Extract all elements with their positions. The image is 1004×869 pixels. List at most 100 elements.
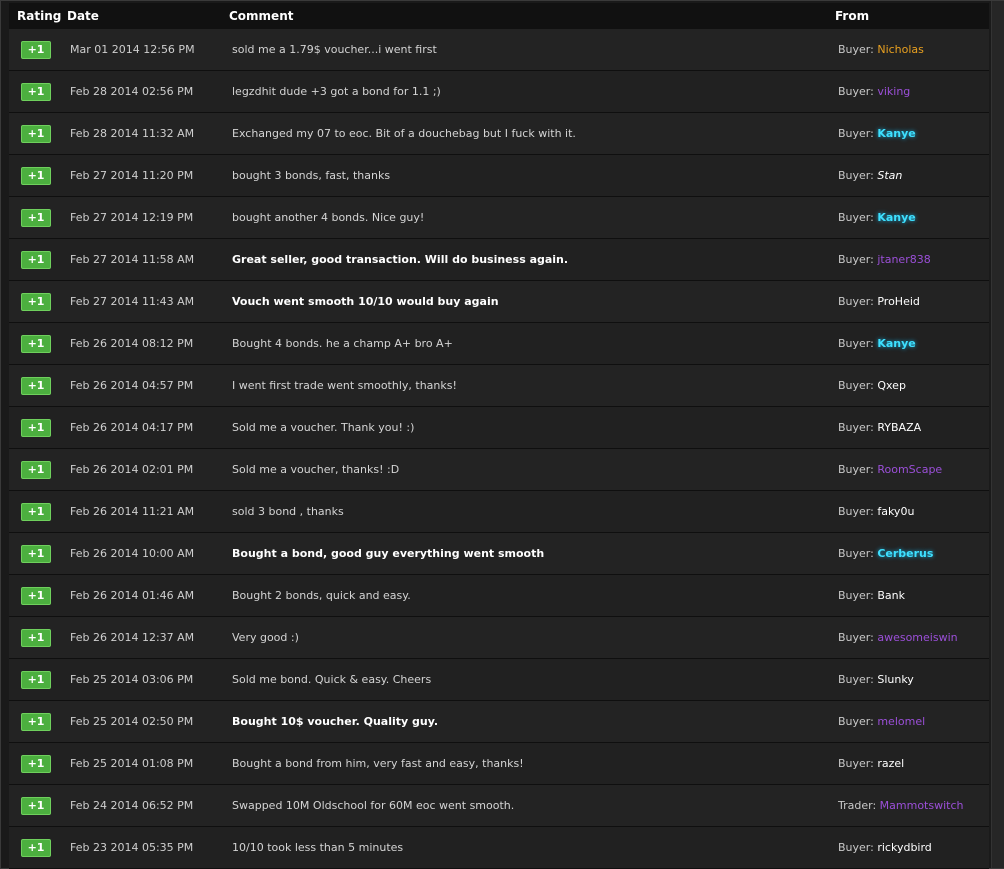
row-from: Buyer: Kanye	[838, 211, 916, 224]
row-date: Feb 28 2014 11:32 AM	[70, 127, 195, 140]
user-link[interactable]: razel	[877, 757, 904, 770]
user-link[interactable]: jtaner838	[877, 253, 930, 266]
scrollbar[interactable]	[991, 1, 1004, 868]
row-date: Mar 01 2014 12:56 PM	[70, 43, 195, 56]
row-from: Buyer: awesomeiswin	[838, 631, 958, 644]
header-rating[interactable]: Rating	[17, 9, 61, 23]
row-comment: Bought a bond, good guy everything went …	[232, 547, 545, 560]
row-from: Buyer: ProHeid	[838, 295, 920, 308]
row-date: Feb 26 2014 04:57 PM	[70, 379, 194, 392]
rating-badge: +1	[21, 713, 51, 731]
row-comment: Sold me a voucher. Thank you! :)	[232, 421, 415, 434]
rating-badge: +1	[21, 797, 51, 815]
user-link[interactable]: rickydbird	[877, 841, 931, 854]
table-row: +1 Feb 26 2014 11:21 AM sold 3 bond , than…	[9, 491, 989, 533]
row-date: Feb 26 2014 02:01 PM	[70, 463, 194, 476]
row-from: Buyer: Qxep	[838, 379, 906, 392]
rating-badge: +1	[21, 629, 51, 647]
row-date: Feb 26 2014 10:00 AM	[70, 547, 195, 560]
row-date: Feb 26 2014 12:37 AM	[70, 631, 195, 644]
row-comment: Sold me a voucher, thanks! :D	[232, 463, 400, 476]
user-link[interactable]: Kanye	[877, 211, 915, 224]
user-link[interactable]: Cerberus	[877, 547, 933, 560]
row-comment: 10/10 took less than 5 minutes	[232, 841, 404, 854]
rating-badge: +1	[21, 335, 51, 353]
row-date: Feb 27 2014 11:58 AM	[70, 253, 195, 266]
user-link[interactable]: Mammotswitch	[880, 799, 964, 812]
table-row: +1 Feb 27 2014 11:20 PM bought 3 bonds, fa…	[9, 155, 989, 197]
user-link[interactable]: Bank	[877, 589, 905, 602]
row-role-label: Buyer:	[838, 589, 874, 602]
user-link[interactable]: awesomeiswin	[877, 631, 957, 644]
table-row: +1 Feb 26 2014 04:57 PM I went first trade…	[9, 365, 989, 407]
row-date: Feb 28 2014 02:56 PM	[70, 85, 194, 98]
table-header: Rating Date Comment From	[9, 3, 989, 29]
user-link[interactable]: RoomScape	[877, 463, 942, 476]
row-role-label: Buyer:	[838, 379, 874, 392]
user-link[interactable]: viking	[877, 85, 910, 98]
table-row: +1 Mar 01 2014 12:56 PM sold me a 1.79$ vo…	[9, 29, 989, 71]
user-link[interactable]: melomel	[877, 715, 925, 728]
row-role-label: Buyer:	[838, 757, 874, 770]
row-date: Feb 26 2014 11:21 AM	[70, 505, 195, 518]
user-link[interactable]: Slunky	[877, 673, 913, 686]
row-from: Buyer: RYBAZA	[838, 421, 921, 434]
table-row: +1 Feb 26 2014 08:12 PM Bought 4 bonds. he…	[9, 323, 989, 365]
rating-badge: +1	[21, 671, 51, 689]
row-date: Feb 25 2014 03:06 PM	[70, 673, 194, 686]
user-link[interactable]: Stan	[877, 169, 902, 182]
row-date: Feb 26 2014 08:12 PM	[70, 337, 194, 350]
row-role-label: Buyer:	[838, 673, 874, 686]
rating-badge: +1	[21, 83, 51, 101]
user-link[interactable]: ProHeid	[877, 295, 920, 308]
user-link[interactable]: Kanye	[877, 337, 915, 350]
row-comment: Bought 4 bonds. he a champ A+ bro A+	[232, 337, 453, 350]
row-date: Feb 27 2014 12:19 PM	[70, 211, 194, 224]
row-comment: Bought 10$ voucher. Quality guy.	[232, 715, 439, 728]
table-row: +1 Feb 25 2014 03:06 PM Sold me bond. Quic…	[9, 659, 989, 701]
row-role-label: Buyer:	[838, 253, 874, 266]
row-role-label: Buyer:	[838, 463, 874, 476]
row-from: Buyer: Stan	[838, 169, 902, 182]
row-from: Buyer: Cerberus	[838, 547, 933, 560]
feedback-table-body: +1 Mar 01 2014 12:56 PM sold me a 1.79$ vo…	[9, 29, 989, 869]
row-comment: bought another 4 bonds. Nice guy!	[232, 211, 425, 224]
table-row: +1 Feb 26 2014 10:00 AM Bought a bond, goo…	[9, 533, 989, 575]
user-link[interactable]: Nicholas	[877, 43, 924, 56]
row-comment: Very good :)	[232, 631, 299, 644]
row-comment: Sold me bond. Quick & easy. Cheers	[232, 673, 432, 686]
row-comment: sold 3 bond , thanks	[232, 505, 344, 518]
feedback-panel: Rating Date Comment From +1 Mar 01 2014 1…	[0, 0, 1004, 869]
row-role-label: Buyer:	[838, 505, 874, 518]
row-role-label: Buyer:	[838, 295, 874, 308]
row-role-label: Trader:	[838, 799, 877, 812]
header-comment[interactable]: Comment	[229, 9, 293, 23]
row-date: Feb 26 2014 04:17 PM	[70, 421, 194, 434]
row-role-label: Buyer:	[838, 169, 874, 182]
table-row: +1 Feb 26 2014 04:17 PM Sold me a voucher.…	[9, 407, 989, 449]
user-link[interactable]: Kanye	[877, 127, 915, 140]
rating-badge: +1	[21, 125, 51, 143]
user-link[interactable]: RYBAZA	[877, 421, 921, 434]
user-link[interactable]: faky0u	[877, 505, 914, 518]
header-from[interactable]: From	[835, 9, 869, 23]
rating-badge: +1	[21, 41, 51, 59]
row-comment: Bought 2 bonds, quick and easy.	[232, 589, 411, 602]
table-row: +1 Feb 28 2014 02:56 PM legzdhit dude +3 g…	[9, 71, 989, 113]
user-link[interactable]: Qxep	[877, 379, 906, 392]
header-date[interactable]: Date	[67, 9, 99, 23]
row-date: Feb 27 2014 11:43 AM	[70, 295, 195, 308]
table-row: +1 Feb 26 2014 12:37 AM Very good :) Buyer:…	[9, 617, 989, 659]
row-comment: Great seller, good transaction. Will do …	[232, 253, 569, 266]
row-from: Buyer: rickydbird	[838, 841, 932, 854]
row-date: Feb 25 2014 01:08 PM	[70, 757, 194, 770]
row-from: Buyer: Kanye	[838, 337, 916, 350]
row-from: Buyer: Bank	[838, 589, 905, 602]
row-comment: Vouch went smooth 10/10 would buy again	[232, 295, 499, 308]
rating-badge: +1	[21, 545, 51, 563]
row-from: Buyer: Kanye	[838, 127, 916, 140]
table-row: +1 Feb 25 2014 01:08 PM Bought a bond from…	[9, 743, 989, 785]
row-date: Feb 25 2014 02:50 PM	[70, 715, 194, 728]
rating-badge: +1	[21, 503, 51, 521]
row-from: Buyer: Slunky	[838, 673, 914, 686]
